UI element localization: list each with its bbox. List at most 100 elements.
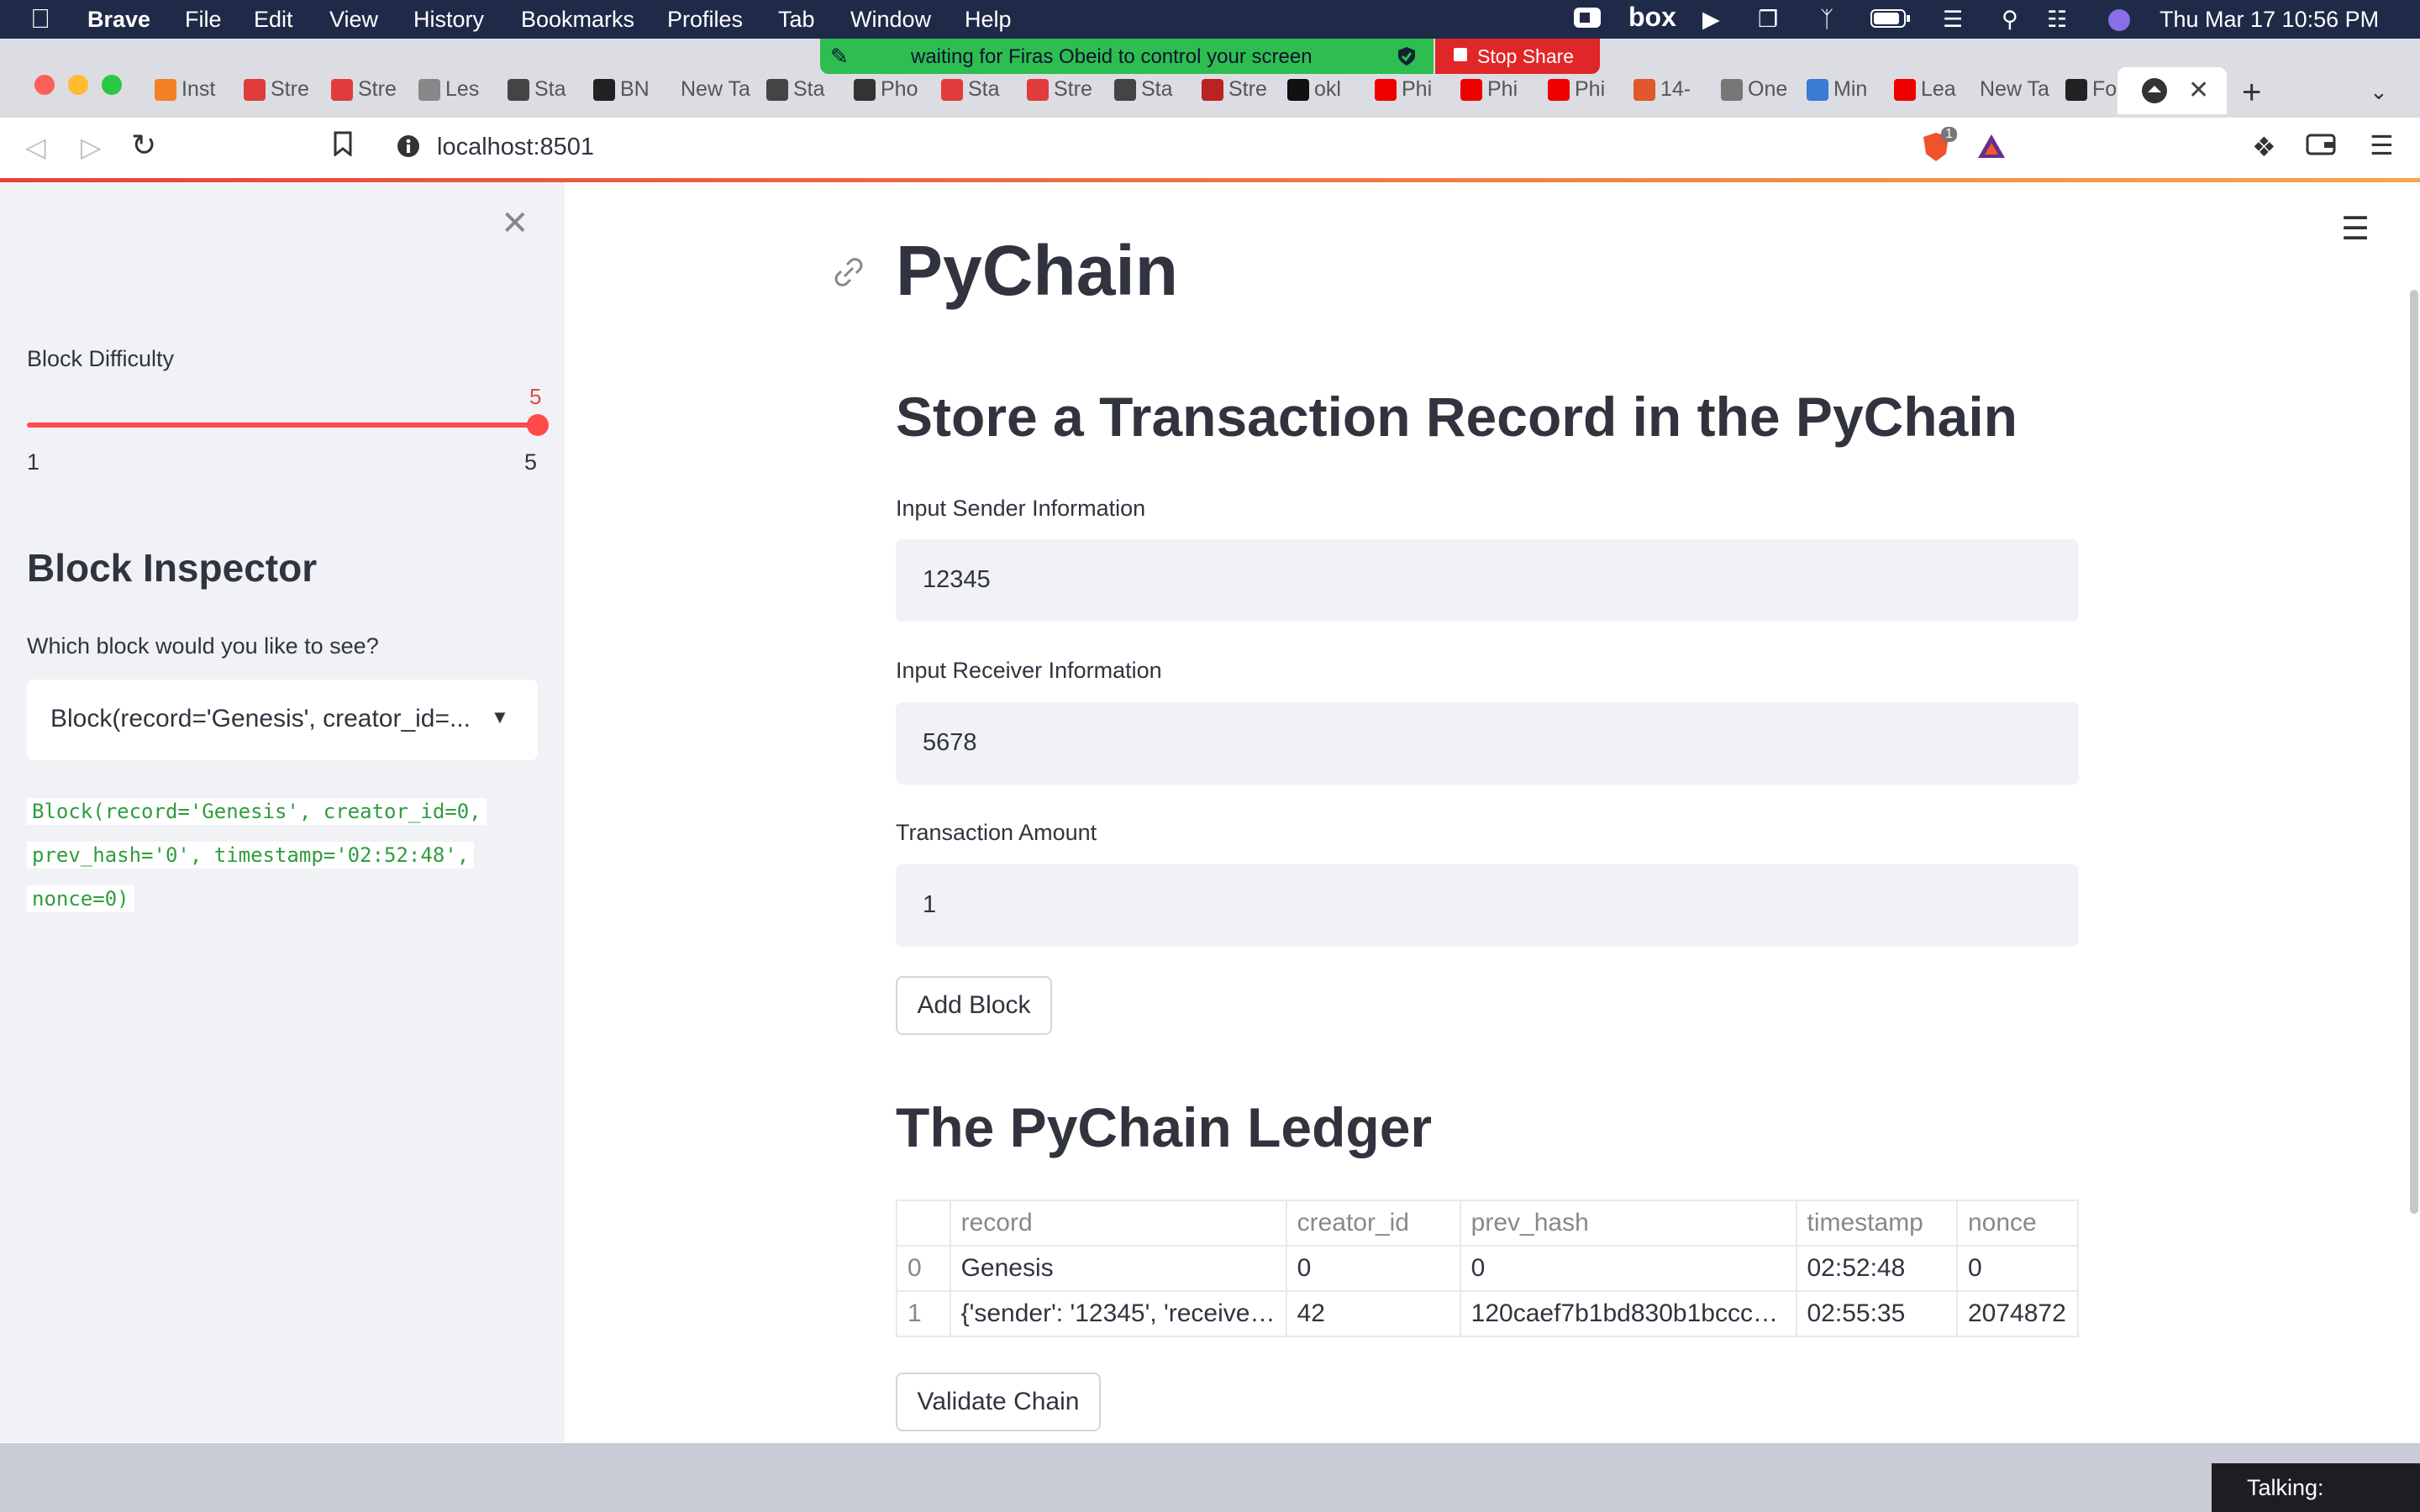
window-maximize-icon[interactable] [101,74,123,100]
window-minimize-icon[interactable] [67,74,89,100]
difficulty-label: Block Difficulty [27,346,175,371]
block-select[interactable]: Block(record='Genesis', creator_id=... ▼ [27,680,538,760]
menu-edit[interactable]: Edit [254,7,293,33]
col-record[interactable]: record [949,1200,1287,1247]
col-creator-id[interactable]: creator_id [1285,1200,1461,1247]
tab-item[interactable]: Phi [1548,77,1630,118]
tab-item[interactable]: Stre [1202,77,1284,118]
tab-item[interactable]: Pho [854,77,936,118]
sender-input[interactable]: 12345 [896,539,2079,622]
receiver-input[interactable]: 5678 [896,702,2079,785]
tab-item[interactable]: One [1721,77,1803,118]
tab-item[interactable]: Inst [155,77,237,118]
tab-item[interactable]: 14- [1634,77,1716,118]
tab-list-chevron-icon[interactable]: ⌄ [2370,79,2388,105]
tab-label: New Ta [1980,77,2049,101]
amount-input[interactable]: 1 [896,864,2079,947]
forward-icon[interactable]: ▷ [81,131,102,163]
new-tab-icon[interactable]: + [2242,74,2261,112]
cell-timestamp: 02:52:48 [1795,1245,1958,1292]
tab-favicon-icon [1807,79,1828,102]
tab-item[interactable]: Phi [1460,77,1543,118]
stop-square-icon [1454,48,1467,61]
spotlight-icon[interactable]: ⚲ [2002,7,2018,33]
receiver-label: Input Receiver Information [896,658,1162,683]
wifi-icon[interactable]: ☰ [1943,7,1963,33]
chevron-down-icon[interactable]: ▼ [491,706,509,728]
tab-item[interactable]: Sta [766,77,849,118]
play-icon[interactable]: ▶ [1702,7,1720,33]
tab-item[interactable]: New Ta [1980,77,2062,118]
tab-item[interactable]: Min [1807,77,1889,118]
difficulty-slider[interactable] [27,414,549,436]
tab-label: Sta [534,77,566,101]
tab-label: New Ta [681,77,750,101]
col-timestamp[interactable]: timestamp [1795,1200,1958,1247]
menu-history[interactable]: History [413,7,484,33]
close-sidebar-icon[interactable]: ✕ [501,204,529,243]
bluetooth-icon[interactable]: ᛉ [1820,7,1833,33]
add-block-button[interactable]: Add Block [896,976,1052,1035]
siri-icon[interactable] [2107,8,2131,38]
back-icon[interactable]: ◁ [25,131,46,163]
difficulty-max: 5 [524,449,538,475]
extensions-icon[interactable]: ❖ [2252,131,2276,163]
bat-rewards-icon[interactable] [1976,132,2007,167]
active-tab[interactable]: ✕ [2118,67,2227,114]
tab-label: Min [1833,77,1868,101]
col-nonce[interactable]: nonce [1955,1200,2080,1247]
zoom-icon[interactable] [1573,5,1602,36]
tab-item[interactable]: Stre [331,77,413,118]
apple-icon[interactable]:  [30,3,50,34]
menu-help[interactable]: Help [965,7,1012,33]
tab-favicon-icon [1114,79,1136,102]
browser-menu-icon[interactable]: ☰ [2370,129,2394,161]
tab-label: BN [620,77,650,101]
reload-icon[interactable]: ↻ [131,128,156,163]
control-center-icon[interactable]: ☷ [2047,7,2067,33]
table-row: 0 Genesis 0 0 02:52:48 0 [896,1245,2080,1292]
menu-view[interactable]: View [329,7,378,33]
col-prev-hash[interactable]: prev_hash [1459,1200,1797,1247]
amount-input-value: 1 [923,891,937,918]
difficulty-min: 1 [27,449,40,475]
bookmark-icon[interactable] [333,131,353,160]
menu-app-name[interactable]: Brave [87,7,150,33]
validate-chain-button[interactable]: Validate Chain [896,1373,1101,1431]
tab-item[interactable]: Sta [1114,77,1197,118]
menu-profiles[interactable]: Profiles [667,7,743,33]
screens-icon[interactable]: ❐ [1758,7,1778,33]
anchor-link-icon[interactable] [832,255,865,293]
tab-item[interactable]: Sta [941,77,1023,118]
menu-bookmarks[interactable]: Bookmarks [521,7,634,33]
tab-item[interactable]: Lea [1894,77,1976,118]
ledger-header-row: record creator_id prev_hash timestamp no… [896,1200,2080,1247]
code-line: Block(record='Genesis', creator_id=0, [27,798,487,825]
tab-item[interactable]: Stre [244,77,326,118]
close-tab-icon[interactable]: ✕ [2188,76,2209,105]
tab-item[interactable]: BN [593,77,676,118]
menu-window[interactable]: Window [850,7,931,33]
wallet-icon[interactable] [2306,133,2336,160]
site-info-icon[interactable] [397,134,420,165]
difficulty-value: 5 [529,384,542,409]
stop-share-button[interactable]: Stop Share [1435,39,1600,74]
difficulty-slider-handle[interactable] [527,414,549,436]
tab-item[interactable]: Stre [1027,77,1109,118]
streamlit-menu-icon[interactable]: ☰ [2341,210,2370,248]
address-bar[interactable]: localhost:8501 1 [380,123,2035,169]
screen-share-banner: ✎ waiting for Firas Obeid to control you… [820,39,1434,74]
menubar-clock[interactable]: Thu Mar 17 10:56 PM [2160,7,2379,33]
window-close-icon[interactable] [34,74,55,100]
menu-file[interactable]: File [185,7,222,33]
tab-item[interactable]: okl [1287,77,1370,118]
menu-tab[interactable]: Tab [778,7,815,33]
tab-item[interactable]: Phi [1375,77,1457,118]
tab-item[interactable]: New Ta [681,77,763,118]
tab-item[interactable]: Sta [508,77,590,118]
tab-item[interactable]: Les [418,77,501,118]
box-icon[interactable]: box [1628,2,1676,33]
cell-nonce: 0 [1955,1245,2080,1292]
battery-icon[interactable] [1870,8,1911,34]
page-scrollbar[interactable] [2410,290,2418,1214]
